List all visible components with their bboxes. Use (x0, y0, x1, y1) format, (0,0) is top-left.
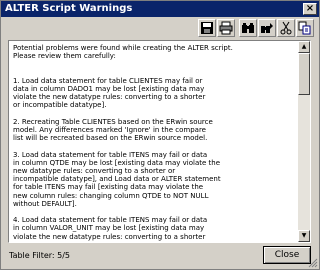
warnings-text: Potential problems were found while crea… (13, 44, 233, 241)
print-icon (219, 21, 233, 35)
title-close-button[interactable]: × (303, 3, 317, 15)
table-filter-label: Table Filter: 5/5 (9, 251, 71, 260)
copy-button[interactable] (296, 19, 314, 37)
resize-grip-icon[interactable] (308, 258, 318, 268)
save-icon (201, 22, 213, 34)
close-button[interactable]: Close (263, 246, 311, 264)
find-next-icon (261, 23, 273, 33)
scroll-up-button[interactable]: ▲ (298, 41, 310, 53)
window-title: ALTER Script Warnings (5, 3, 133, 14)
title-bar[interactable]: ALTER Script Warnings × (1, 1, 319, 17)
alter-script-warnings-dialog: ALTER Script Warnings × Potential proble… (0, 0, 320, 270)
cut-icon (280, 21, 292, 35)
vertical-scrollbar[interactable]: ▲ ▼ (298, 41, 310, 242)
print-button[interactable] (217, 19, 235, 37)
find-next-button[interactable] (258, 19, 276, 37)
cut-button[interactable] (277, 19, 295, 37)
copy-icon (298, 21, 311, 35)
save-button[interactable] (198, 19, 216, 37)
warnings-text-area[interactable]: Potential problems were found while crea… (8, 40, 311, 243)
find-button[interactable] (239, 19, 257, 37)
find-icon (242, 23, 254, 33)
scroll-down-button[interactable]: ▼ (298, 230, 310, 242)
scroll-thumb[interactable] (298, 53, 310, 95)
